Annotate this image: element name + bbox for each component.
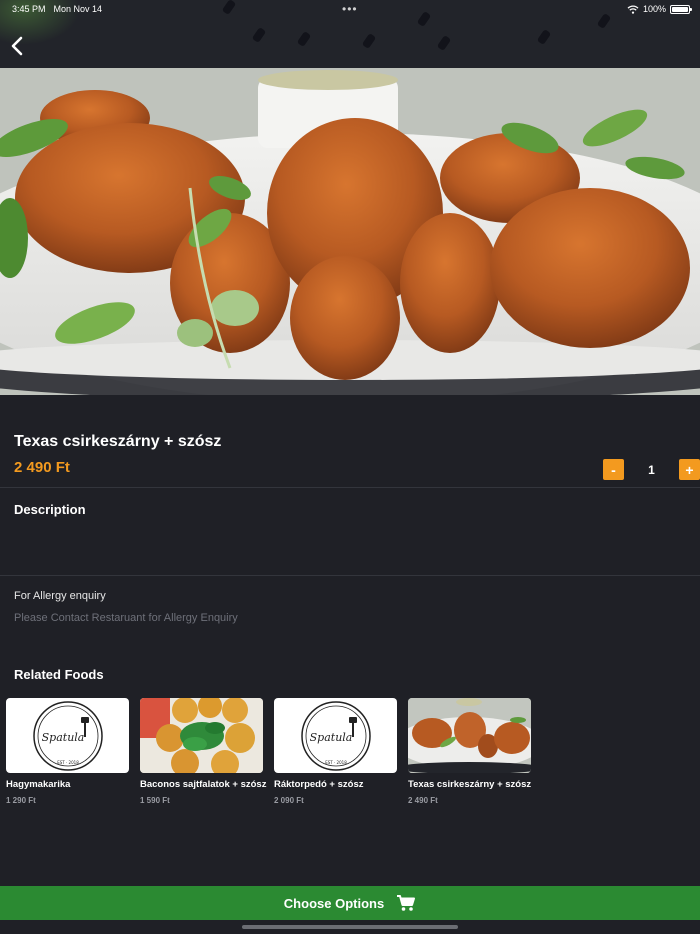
allergy-heading: For Allergy enquiry — [14, 590, 106, 602]
divider — [0, 487, 700, 488]
description-heading: Description — [14, 502, 86, 517]
quantity-stepper: - 1 + — [603, 459, 700, 480]
decor-seed — [436, 34, 452, 52]
related-food-card[interactable]: Spatula EST · 2018 Hagymakarika 1 290 Ft — [6, 698, 129, 805]
related-foods-list: Spatula EST · 2018 Hagymakarika 1 290 Ft — [6, 698, 531, 805]
svg-text:EST · 2018: EST · 2018 — [325, 760, 347, 765]
svg-text:EST · 2018: EST · 2018 — [57, 760, 79, 765]
choose-options-button[interactable]: Choose Options — [0, 886, 700, 920]
related-food-name: Baconos sajtfalatok + szósz — [140, 779, 267, 790]
decor-seed — [296, 30, 312, 48]
related-food-card[interactable]: Baconos sajtfalatok + szósz 1 590 Ft — [140, 698, 267, 805]
related-food-card[interactable]: Spatula EST · 2018 Ráktorpedó + szósz 2 … — [274, 698, 397, 805]
related-food-name: Ráktorpedó + szósz — [274, 779, 364, 790]
spatula-logo: Spatula EST · 2018 — [274, 698, 397, 773]
wifi-icon — [627, 4, 639, 14]
status-bar: 3:45 PM Mon Nov 14 100% — [0, 0, 700, 18]
status-date: Mon Nov 14 — [53, 4, 103, 14]
home-indicator[interactable] — [242, 925, 458, 929]
decor-seed — [361, 32, 377, 50]
related-food-card[interactable]: Texas csirkeszárny + szósz 2 490 Ft — [408, 698, 531, 805]
battery-icon — [670, 4, 692, 14]
chicken-wings-photo — [408, 698, 531, 773]
spatula-logo: Spatula EST · 2018 — [6, 698, 129, 773]
product-price: 2 490 Ft — [14, 459, 70, 476]
back-button[interactable] — [6, 34, 30, 58]
related-food-price: 2 490 Ft — [408, 796, 438, 805]
cheese-bites-photo — [140, 698, 263, 773]
allergy-text: Please Contact Restaruant for Allergy En… — [14, 612, 238, 624]
related-food-name: Hagymakarika — [6, 779, 71, 790]
choose-options-label: Choose Options — [283, 895, 385, 911]
increase-quantity-button[interactable]: + — [679, 459, 700, 480]
related-food-price: 2 090 Ft — [274, 796, 304, 805]
svg-text:Spatula: Spatula — [309, 731, 352, 744]
related-food-price: 1 290 Ft — [6, 796, 36, 805]
cart-icon — [397, 895, 416, 911]
decor-seed — [251, 26, 267, 44]
product-title: Texas csirkeszárny + szósz — [14, 433, 222, 450]
divider — [0, 575, 700, 576]
product-hero-image — [0, 68, 700, 395]
related-foods-heading: Related Foods — [14, 667, 104, 682]
quantity-value: 1 — [648, 462, 655, 477]
battery-percent: 100% — [642, 4, 666, 14]
decor-seed — [536, 28, 552, 46]
status-time: 3:45 PM — [12, 4, 46, 14]
decrease-quantity-button[interactable]: - — [603, 459, 624, 480]
related-food-price: 1 590 Ft — [140, 796, 170, 805]
related-food-name: Texas csirkeszárny + szósz — [408, 779, 532, 790]
svg-text:Spatula: Spatula — [41, 731, 84, 744]
chevron-left-icon — [11, 36, 23, 56]
